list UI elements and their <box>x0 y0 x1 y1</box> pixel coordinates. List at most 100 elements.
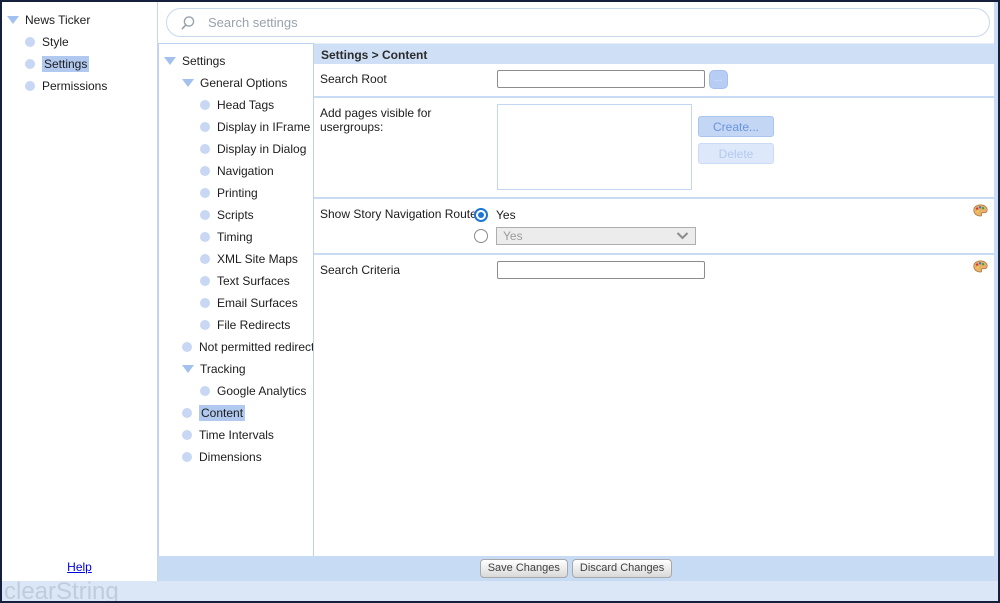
dot-icon <box>200 276 210 286</box>
tree-item-head-tags[interactable]: Head Tags <box>159 94 313 116</box>
search-criteria-input[interactable] <box>497 261 705 279</box>
dot-icon <box>182 430 192 440</box>
dot-icon <box>25 37 35 47</box>
tree-item-label: Not permitted redirection <box>199 340 314 354</box>
dot-icon <box>200 232 210 242</box>
story-nav-select-value: Yes <box>503 229 523 243</box>
brand-logo-text: clearString <box>4 581 119 601</box>
search-root-input[interactable] <box>497 70 705 88</box>
chevron-down-icon <box>676 232 689 240</box>
tree-item-file-redirects[interactable]: File Redirects <box>159 314 313 336</box>
tree-item-label: Tracking <box>200 362 246 376</box>
tree-item-tracking[interactable]: Tracking <box>159 358 313 380</box>
tree-item-settings[interactable]: Settings <box>159 50 313 72</box>
browse-button[interactable]: ... <box>709 70 728 89</box>
settings-tree-panel: Settings General Options Head Tags Displ… <box>158 43 314 556</box>
triangle-down-icon[interactable] <box>182 365 194 373</box>
story-nav-option-select: Yes <box>474 226 696 246</box>
tree-item-label: Text Surfaces <box>217 274 290 288</box>
dot-icon <box>200 254 210 264</box>
dot-icon <box>200 122 210 132</box>
tree-item-text-surfaces[interactable]: Text Surfaces <box>159 270 313 292</box>
tree-item-label: Email Surfaces <box>217 296 298 310</box>
content-filler <box>314 286 994 556</box>
tree-item-not-permitted-redirection[interactable]: Not permitted redirection <box>159 336 313 358</box>
save-changes-button[interactable]: Save Changes <box>480 559 568 578</box>
tree-item-navigation[interactable]: Navigation <box>159 160 313 182</box>
tree-item-label: Printing <box>217 186 258 200</box>
tree-item-label: Navigation <box>217 164 274 178</box>
sidebar-item-label: Permissions <box>42 79 107 93</box>
tree-item-label-selected: Content <box>199 405 245 421</box>
tree-item-label: Settings <box>182 54 225 68</box>
tree-item-display-in-dialog[interactable]: Display in Dialog <box>159 138 313 160</box>
content-panel: Settings > Content Search Root ... Add p… <box>314 43 994 556</box>
usergroups-buttons: Create... Delete <box>698 104 774 164</box>
panels: Settings General Options Head Tags Displ… <box>158 43 994 556</box>
triangle-down-icon[interactable] <box>164 57 176 65</box>
tree-item-label: General Options <box>200 76 287 90</box>
sidebar-item-permissions[interactable]: Permissions <box>2 75 157 97</box>
sidebar: News Ticker Style Settings Permissions H… <box>2 2 158 581</box>
dot-icon <box>25 59 35 69</box>
usergroups-row: Add pages visible for usergroups: Create… <box>314 98 994 199</box>
dot-icon <box>200 298 210 308</box>
search-criteria-row: Search Criteria <box>314 255 994 286</box>
usergroups-listbox[interactable] <box>497 104 692 190</box>
tree-item-label: XML Site Maps <box>217 252 298 266</box>
discard-changes-button[interactable]: Discard Changes <box>572 559 672 578</box>
palette-icon[interactable] <box>973 260 988 273</box>
help-link[interactable]: Help <box>67 560 92 574</box>
dot-icon <box>200 320 210 330</box>
sidebar-item-label: Style <box>42 35 69 49</box>
tree-item-label: Display in IFrame <box>217 120 310 134</box>
main-area: News Ticker Style Settings Permissions H… <box>2 2 998 581</box>
settings-search-box[interactable] <box>166 8 990 37</box>
palette-icon[interactable] <box>973 204 988 217</box>
sidebar-item-settings[interactable]: Settings <box>2 53 157 75</box>
search-root-row: Search Root ... <box>314 64 994 98</box>
story-nav-label: Show Story Navigation Route <box>320 205 474 221</box>
create-button[interactable]: Create... <box>698 116 774 137</box>
tree-item-label: Google Analytics <box>217 384 306 398</box>
tree-item-label: Head Tags <box>217 98 274 112</box>
sidebar-item-style[interactable]: Style <box>2 31 157 53</box>
sidebar-item-label: News Ticker <box>25 13 90 27</box>
tree-item-general-options[interactable]: General Options <box>159 72 313 94</box>
action-bar: Save Changes Discard Changes <box>158 556 994 581</box>
search-root-label: Search Root <box>320 70 497 86</box>
triangle-down-icon[interactable] <box>7 16 19 24</box>
tree-item-content[interactable]: Content <box>159 402 313 424</box>
sidebar-item-news-ticker[interactable]: News Ticker <box>2 9 157 31</box>
dot-icon <box>200 166 210 176</box>
story-nav-select[interactable]: Yes <box>496 227 696 245</box>
tree-item-time-intervals[interactable]: Time Intervals <box>159 424 313 446</box>
dot-icon <box>182 452 192 462</box>
tree-item-timing[interactable]: Timing <box>159 226 313 248</box>
radio-select[interactable] <box>474 229 488 243</box>
dot-icon <box>182 408 192 418</box>
tree-item-display-in-iframe[interactable]: Display in IFrame <box>159 116 313 138</box>
tree-item-dimensions[interactable]: Dimensions <box>159 446 313 468</box>
dot-icon <box>200 100 210 110</box>
dot-icon <box>182 342 192 352</box>
tree-item-email-surfaces[interactable]: Email Surfaces <box>159 292 313 314</box>
story-nav-row: Show Story Navigation Route Yes Yes <box>314 199 994 255</box>
dot-icon <box>200 386 210 396</box>
search-input[interactable] <box>208 15 979 30</box>
tree-item-printing[interactable]: Printing <box>159 182 313 204</box>
tree-item-label: Timing <box>217 230 253 244</box>
sidebar-tree: News Ticker Style Settings Permissions <box>2 2 157 560</box>
dot-icon <box>200 188 210 198</box>
radio-yes[interactable] <box>474 208 488 222</box>
tree-item-scripts[interactable]: Scripts <box>159 204 313 226</box>
radio-yes-label: Yes <box>496 208 516 222</box>
delete-button[interactable]: Delete <box>698 143 774 164</box>
triangle-down-icon[interactable] <box>182 79 194 87</box>
magnifier-icon <box>179 14 197 32</box>
tree-item-label: Display in Dialog <box>217 142 306 156</box>
tree-item-google-analytics[interactable]: Google Analytics <box>159 380 313 402</box>
story-nav-options: Yes Yes <box>474 205 696 246</box>
sidebar-item-label-selected: Settings <box>42 56 89 72</box>
tree-item-xml-site-maps[interactable]: XML Site Maps <box>159 248 313 270</box>
